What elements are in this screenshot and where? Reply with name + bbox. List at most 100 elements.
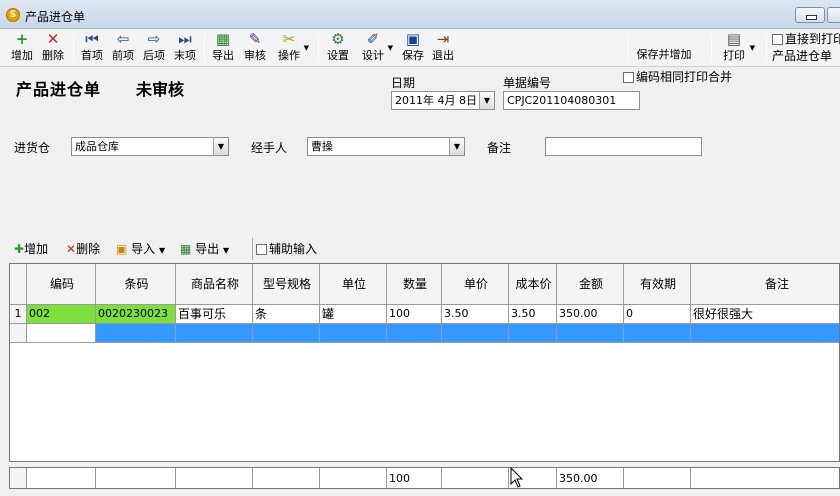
main-toolbar: + 增加 ✕ 删除 ⏮ 首项 ⇦ 前项 ⇨ 后项 ⏭ 末项 ▦ 导出 ✎ 审核 ✂ 操作 ▼ ⚙ 设置… — [0, 29, 840, 67]
audit-button[interactable]: ✎ 审核 — [242, 31, 268, 65]
stamp-icon: ✎ — [248, 30, 262, 48]
row-add-button[interactable]: ✚增加 — [14, 240, 48, 258]
code-total — [27, 468, 96, 488]
dropdown-arrow-icon: ▼ — [159, 246, 166, 255]
chevron-down-icon[interactable]: ▼ — [479, 92, 494, 109]
app-logo-icon: S — [6, 8, 20, 22]
row-header-corner — [10, 264, 27, 305]
unit-cell[interactable] — [320, 324, 387, 343]
price-cell[interactable] — [442, 324, 509, 343]
page-title: 产品进仓单 — [16, 80, 102, 99]
tools-icon: ✂ — [282, 30, 296, 48]
direct-print-option[interactable]: 直接到打印 — [772, 31, 840, 47]
minimize-button[interactable] — [795, 7, 825, 23]
column-header[interactable]: 条码 — [96, 264, 176, 305]
import-button[interactable]: ▣ 导入 ▼ — [116, 240, 165, 258]
print-button[interactable]: ▤ 打印 ▼ — [720, 31, 755, 65]
dropdown-arrow-icon: ▼ — [387, 44, 393, 52]
toolbar-divider — [711, 33, 712, 63]
row-number: 1 — [10, 305, 27, 324]
chevron-down-icon[interactable]: ▼ — [213, 138, 228, 155]
row-export-button[interactable]: ▦ 导出 ▼ — [180, 240, 229, 258]
excel-icon: ▦ — [215, 30, 231, 48]
handler-select[interactable]: 曹操 ▼ — [307, 137, 465, 156]
unit-total — [320, 468, 387, 488]
expiry-cell[interactable] — [624, 324, 691, 343]
remark-cell[interactable]: 很好很强大 — [691, 305, 839, 324]
window-title: 产品进仓单 — [25, 10, 86, 24]
expiry-cell[interactable]: 0 — [624, 305, 691, 324]
column-header[interactable]: 成本价 — [509, 264, 557, 305]
price-cell[interactable]: 3.50 — [442, 305, 509, 324]
column-header[interactable]: 单价 — [442, 264, 509, 305]
column-header[interactable]: 金额 — [557, 264, 624, 305]
qty-cell[interactable] — [387, 324, 442, 343]
spec-cell[interactable]: 条 — [253, 305, 320, 324]
product-name-cell[interactable] — [176, 324, 253, 343]
spec-cell[interactable] — [253, 324, 320, 343]
toolbar-divider — [318, 33, 319, 63]
remark-cell[interactable] — [691, 324, 839, 343]
delete-button[interactable]: ✕ 删除 — [40, 31, 66, 65]
toolbar-divider — [252, 238, 253, 260]
next-record-button[interactable]: ⇨ 后项 — [141, 31, 167, 65]
app-window: S 产品进仓单 + 增加 ✕ 删除 ⏮ 首项 ⇦ 前项 ⇨ 后项 ⏭ 末项 ▦ 导出 ✎ 审核 … — [0, 0, 840, 496]
chevron-down-icon[interactable]: ▼ — [449, 138, 464, 155]
export-button[interactable]: ▦ 导出 — [210, 31, 236, 65]
operate-button[interactable]: ✂ 操作 ▼ — [276, 30, 309, 65]
print-template-select[interactable]: 产品进仓单 — [772, 48, 832, 64]
merge-print-option[interactable]: 编码相同打印合并 — [623, 70, 732, 85]
amount-cell[interactable] — [557, 324, 624, 343]
last-record-button[interactable]: ⏭ 末项 — [172, 31, 198, 65]
assist-input-option[interactable]: 辅助输入 — [256, 240, 317, 258]
docno-field[interactable]: CPJC201104080301 — [503, 91, 640, 110]
assist-input-checkbox[interactable] — [256, 244, 267, 255]
direct-print-checkbox[interactable] — [772, 34, 783, 45]
toolbar-divider — [73, 33, 74, 63]
amount-cell[interactable]: 350.00 — [557, 305, 624, 324]
save-and-add-button[interactable]: 保存并增加 — [633, 47, 695, 65]
merge-print-checkbox[interactable] — [623, 72, 634, 83]
totals-row: 100 350.00 — [9, 467, 840, 489]
first-record-button[interactable]: ⏮ 首项 — [79, 31, 105, 65]
detail-toolbar: ✚增加 ✕删除 ▣ 导入 ▼ ▦ 导出 ▼ 辅助输入 — [10, 238, 840, 260]
spec-total — [253, 468, 320, 488]
row-number — [10, 324, 27, 343]
date-label: 日期 — [391, 76, 416, 90]
prev-record-button[interactable]: ⇦ 前项 — [110, 31, 136, 65]
status-badge: 未审核 — [136, 80, 185, 99]
first-icon: ⏮ — [85, 30, 99, 48]
cost-cell[interactable] — [509, 324, 557, 343]
detail-grid: 编码 条码 商品名称 型号规格 单位 数量 单价 成本价 金额 有效期 备注 1… — [9, 263, 840, 462]
exit-icon: ⇥ — [436, 30, 450, 48]
column-header[interactable]: 单位 — [320, 264, 387, 305]
code-cell[interactable] — [27, 324, 96, 343]
column-header[interactable]: 备注 — [691, 264, 839, 305]
remark-field[interactable] — [545, 137, 702, 156]
exit-button[interactable]: ⇥ 退出 — [430, 31, 456, 65]
column-header[interactable]: 型号规格 — [253, 264, 320, 305]
title-bar: S 产品进仓单 — [0, 0, 840, 29]
warehouse-label: 进货仓 — [14, 141, 51, 155]
code-cell[interactable]: 002 — [27, 305, 96, 324]
settings-button[interactable]: ⚙ 设置 — [325, 31, 351, 65]
column-header[interactable]: 数量 — [387, 264, 442, 305]
design-button[interactable]: ✐ 设计 ▼ — [360, 31, 393, 65]
warehouse-select[interactable]: 成品仓库 ▼ — [71, 137, 229, 156]
cost-cell[interactable]: 3.50 — [509, 305, 557, 324]
row-delete-button[interactable]: ✕删除 — [66, 240, 100, 258]
qty-cell[interactable]: 100 — [387, 305, 442, 324]
maximize-button[interactable] — [827, 7, 840, 23]
date-picker[interactable]: 2011年 4月 8日 ▼ — [391, 91, 495, 110]
close-icon: ✕ — [46, 30, 60, 48]
barcode-cell[interactable]: 0020230023 — [96, 305, 176, 324]
dropdown-arrow-icon: ▼ — [303, 44, 309, 52]
unit-cell[interactable]: 罐 — [320, 305, 387, 324]
add-button[interactable]: + 增加 — [9, 31, 35, 65]
save-button[interactable]: ▣ 保存 — [400, 31, 426, 65]
column-header[interactable]: 有效期 — [624, 264, 691, 305]
product-name-cell[interactable]: 百事可乐 — [176, 305, 253, 324]
barcode-cell[interactable] — [96, 324, 176, 343]
column-header[interactable]: 编码 — [27, 264, 96, 305]
column-header[interactable]: 商品名称 — [176, 264, 253, 305]
